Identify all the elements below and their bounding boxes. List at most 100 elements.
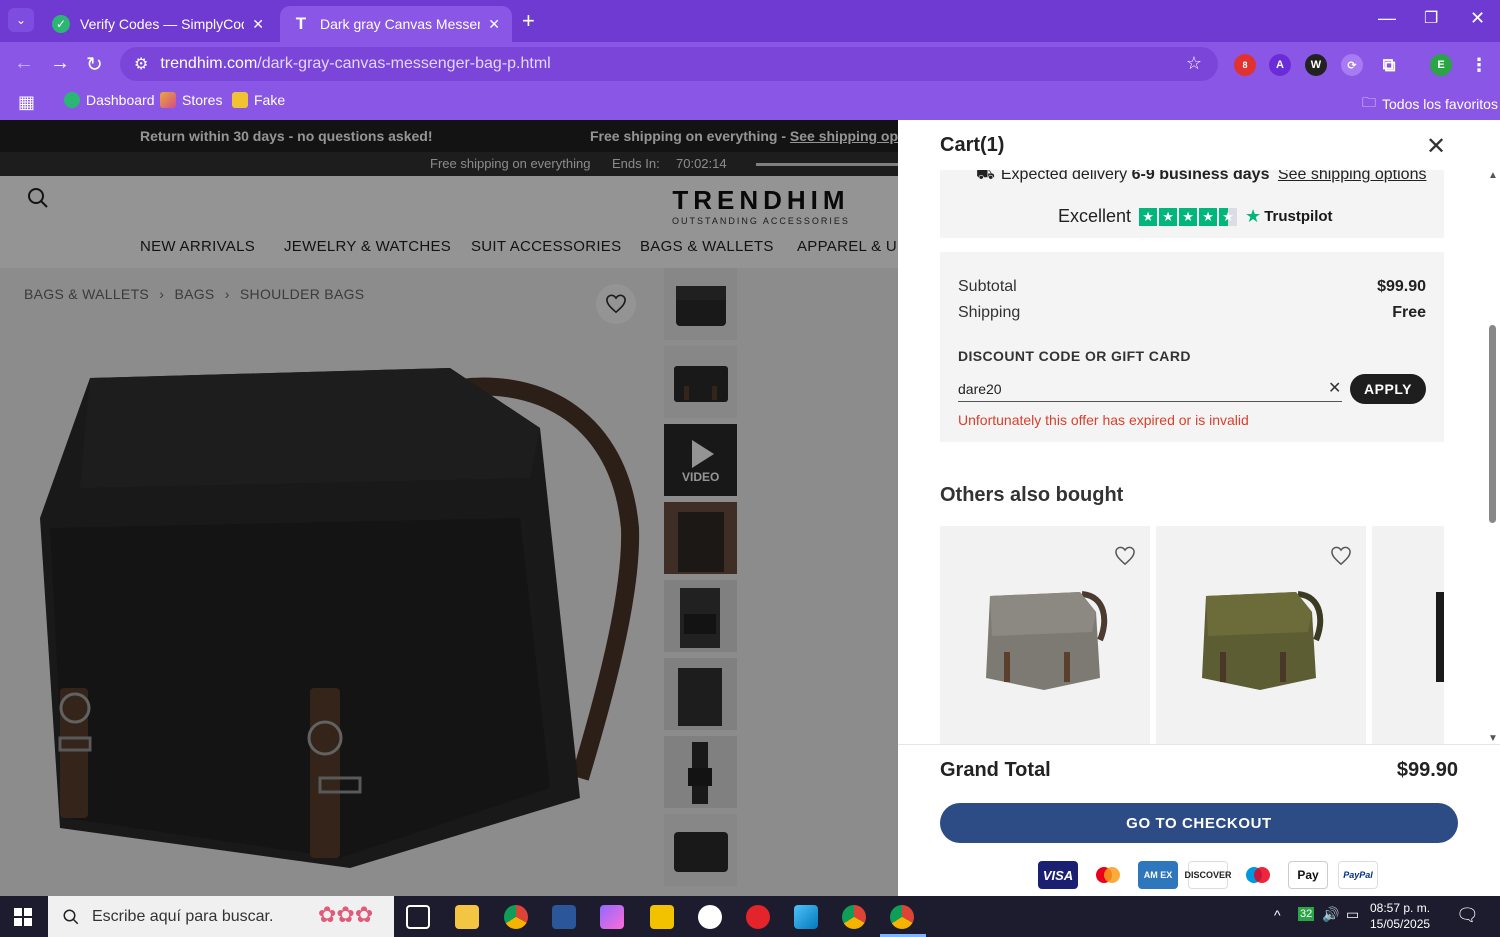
network-icon[interactable]: ▭ [1346,906,1359,923]
heart-icon[interactable] [1114,546,1136,566]
amex-icon: AM EX [1138,861,1178,889]
recommended-product-card[interactable] [940,526,1150,744]
subtotal-row: Subtotal $99.90 [958,278,1426,296]
tab-title: Dark gray Canvas Messenger Ba [320,16,480,32]
pen-app-icon[interactable] [600,905,624,929]
extension-w-icon[interactable]: W [1305,54,1327,76]
close-tab-icon[interactable]: ✕ [252,16,264,33]
recommended-product-card[interactable] [1372,526,1444,744]
cart-scrollbar[interactable]: ▲ ▼ [1486,170,1500,744]
shipping-value: Free [1392,304,1426,321]
bookmark-star-icon[interactable]: ☆ [1186,53,1202,74]
apply-button[interactable]: APPLY [1350,374,1426,404]
system-clock[interactable]: 08:57 p. m. 15/05/2025 [1370,900,1430,932]
trustpilot-rating: Excellent ★ ★ ★ ★ ★ ★ Trustpilot [1058,206,1333,227]
delivery-box: ⛟ Expected delivery 6-9 business days See… [940,170,1444,238]
app-icon[interactable] [794,905,818,929]
opera-icon[interactable] [746,905,770,929]
clock-time: 08:57 p. m. [1370,901,1431,915]
extension-badge: 8 [1242,60,1248,70]
chrome-icon[interactable] [504,905,528,929]
extension-a-icon[interactable]: A [1269,54,1291,76]
bookmark-label: Stores [182,92,223,108]
minimize-icon[interactable]: — [1378,8,1396,29]
scrollbar-thumb[interactable] [1489,325,1496,523]
tab-simplycodes[interactable]: ✓ Verify Codes — SimplyCodes ✕ [40,6,276,42]
rating-stars: ★ ★ ★ ★ ★ [1139,207,1238,226]
shipping-options-link[interactable]: See shipping options [1278,170,1427,183]
gray-bag-image [986,591,1108,690]
discount-code-input[interactable] [958,376,1342,402]
shipping-row: Shipping Free [958,304,1426,322]
discover-icon: DISCOVER [1185,861,1232,889]
scroll-down-icon[interactable]: ▼ [1488,733,1498,744]
browser-toolbar: ← → ↻ ⚙ trendhim.com/dark-gray-canvas-me… [0,42,1500,86]
black-bag-image [1436,592,1444,682]
close-tab-icon[interactable]: ✕ [488,16,500,33]
maestro-icon [1238,861,1278,889]
cart-header: Cart(1) ✕ [898,120,1500,170]
grand-total-label: Grand Total [940,759,1051,781]
recommended-product-card[interactable] [1156,526,1366,744]
clear-input-icon[interactable]: ✕ [1328,378,1341,398]
folder-icon: 🗀 [1362,94,1376,110]
cart-drawer: Cart(1) ✕ ⛟ Expected delivery 6-9 busines… [898,120,1500,896]
file-explorer-icon[interactable] [455,905,479,929]
volume-icon[interactable]: 🔊 [1322,906,1339,923]
task-view-icon[interactable] [406,905,430,929]
back-icon[interactable]: ← [14,52,34,75]
subtotal-label: Subtotal [958,278,1017,295]
trustpilot-label: Trustpilot [1264,208,1333,225]
tray-badge[interactable]: 32 [1298,907,1315,921]
extensions-puzzle-icon[interactable]: ⧉ [1378,54,1400,76]
cart-scroll-area[interactable]: ⛟ Expected delivery 6-9 business days See… [898,170,1500,744]
browser-menu-icon[interactable]: ⋮ [1468,54,1490,76]
forward-icon[interactable]: → [50,52,70,75]
new-tab-icon[interactable]: + [522,8,535,34]
clock-app-icon[interactable] [698,905,722,929]
windows-start-icon[interactable] [14,908,32,926]
chrome-active-icon[interactable] [890,905,914,929]
site-info-icon[interactable]: ⚙ [134,54,148,74]
address-bar[interactable]: ⚙ trendhim.com/dark-gray-canvas-messenge… [120,47,1218,81]
page-dim-overlay[interactable] [0,120,898,896]
restore-icon[interactable]: ❐ [1424,8,1438,28]
all-bookmarks[interactable]: 🗀 Todos los favoritos [1362,92,1498,116]
bookmark-fake[interactable]: Fake [232,92,285,108]
bookmark-stores[interactable]: Stores [160,92,222,108]
tab-search-icon[interactable]: ⌄ [8,8,34,32]
star-icon: ★ [1199,207,1218,226]
tab-title: Verify Codes — SimplyCodes [80,16,244,32]
close-window-icon[interactable]: ✕ [1470,8,1485,29]
star-icon: ★ [1179,207,1198,226]
bookmark-dashboard[interactable]: Dashboard [64,92,155,108]
taskbar-search-placeholder: Escribe aquí para buscar. [92,907,274,925]
all-bookmarks-label: Todos los favoritos [1382,96,1498,112]
tab-trendhim[interactable]: T Dark gray Canvas Messenger Ba ✕ [280,6,512,42]
discount-label: DISCOUNT CODE OR GIFT CARD [958,348,1191,364]
trendhim-favicon-icon: T [295,14,307,33]
scroll-up-icon[interactable]: ▲ [1488,170,1498,181]
profile-avatar[interactable]: E [1430,54,1452,76]
reload-icon[interactable]: ↻ [86,52,103,77]
star-half-icon: ★ [1219,207,1238,226]
chrome-profile-icon[interactable] [842,905,866,929]
taskbar-search[interactable]: Escribe aquí para buscar. ✿✿✿ [48,896,394,937]
close-cart-icon[interactable]: ✕ [1426,132,1446,161]
apps-grid-icon[interactable]: ▦ [18,92,35,113]
extension-apr-icon[interactable]: 8 [1234,54,1256,76]
heart-icon[interactable] [1330,546,1352,566]
notifications-icon[interactable]: 🗨 [1456,905,1479,926]
bookmarks-bar: ▦ Dashboard Stores Fake 🗀 Todos los favo… [0,86,1500,120]
subtotal-value: $99.90 [1377,278,1426,295]
payment-methods: VISA AM EX DISCOVER Pay PayPal [1038,861,1378,889]
tray-chevron-icon[interactable]: ^ [1274,907,1281,923]
rating-word: Excellent [1058,206,1132,226]
flowers-icon: ✿✿✿ [318,902,374,927]
pdf-app-icon[interactable] [650,905,674,929]
browser-tab-bar: ⌄ ✓ Verify Codes — SimplyCodes ✕ T Dark … [0,0,1500,42]
search-icon [63,909,79,924]
word-icon[interactable] [552,905,576,929]
checkout-button[interactable]: GO TO CHECKOUT [940,803,1458,843]
extension-link-icon[interactable]: ⟳ [1341,54,1363,76]
